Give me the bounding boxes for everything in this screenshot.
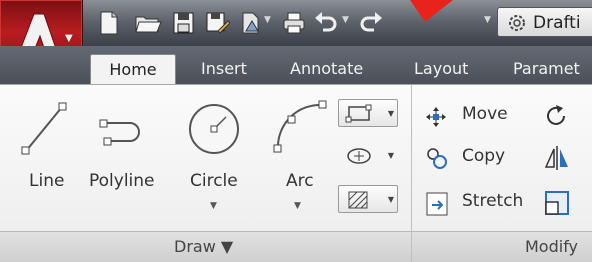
- polyline-tool-button[interactable]: Polyline: [84, 93, 170, 203]
- hatch-icon: [348, 191, 368, 209]
- tab-insert[interactable]: Insert: [201, 54, 247, 84]
- circle-icon: [189, 104, 239, 154]
- draw-panel-title-label: Draw ▼: [174, 237, 234, 256]
- tab-annotate[interactable]: Annotate: [290, 54, 363, 84]
- move-tool-label: Move: [462, 104, 508, 124]
- print-icon[interactable]: [281, 9, 307, 37]
- line-tool-label: Line: [29, 171, 65, 191]
- undo-icon[interactable]: [313, 9, 339, 37]
- redo-dropdown-icon[interactable]: ▼: [484, 15, 491, 25]
- hatch-ellipse-tool-button[interactable]: ▼: [338, 141, 398, 169]
- plot-dropdown-icon[interactable]: ▼: [264, 15, 271, 25]
- workspace-label: Drafti: [533, 13, 581, 33]
- arc-dropdown-icon[interactable]: ▼: [294, 201, 301, 211]
- ribbon-panel-area: Line Polyline Circle ▼ Arc ▼ ▼ ▼ ▼ Draw …: [0, 84, 592, 262]
- modify-panel-title-label: Modify: [525, 237, 579, 256]
- tab-parametric[interactable]: Paramet: [513, 54, 580, 84]
- hatch-dropdown-icon[interactable]: ▼: [388, 195, 394, 204]
- workspace-switcher[interactable]: Drafti: [497, 7, 592, 37]
- app-menu-caret-icon: ▼: [65, 33, 73, 44]
- ellipse-icon: [347, 148, 371, 164]
- copy-icon: [427, 148, 447, 169]
- rectangle-dropdown-icon[interactable]: ▼: [388, 109, 394, 118]
- scale-icon: [545, 191, 569, 215]
- copy-tool-button[interactable]: Copy: [422, 143, 532, 173]
- open-folder-icon[interactable]: [134, 9, 162, 37]
- ribbon-tab-bar: Home Insert Annotate Layout Paramet: [0, 46, 592, 84]
- plot-icon[interactable]: [238, 9, 264, 37]
- rotate-icon: [547, 105, 565, 125]
- circle-dropdown-icon[interactable]: ▼: [210, 201, 217, 211]
- gear-icon: [509, 15, 525, 31]
- line-tool-button[interactable]: Line: [12, 93, 76, 203]
- arc-tool-button[interactable]: Arc ▼: [264, 93, 332, 213]
- polyline-icon: [99, 119, 140, 146]
- polyline-tool-label: Polyline: [89, 171, 155, 191]
- draw-panel-title[interactable]: Draw ▼: [0, 231, 411, 262]
- stretch-tool-button[interactable]: Stretch: [422, 187, 532, 219]
- quick-access-toolbar: ▼ ▼ ▼ Drafti: [0, 0, 592, 46]
- stretch-icon: [426, 192, 448, 216]
- modify-panel-title[interactable]: Modify: [412, 231, 592, 262]
- ellipse-dropdown-icon[interactable]: ▼: [388, 151, 394, 160]
- rectangle-icon: [345, 104, 372, 123]
- new-file-icon[interactable]: [96, 9, 122, 37]
- scale-tool-button[interactable]: [542, 187, 572, 219]
- undo-dropdown-icon[interactable]: ▼: [342, 15, 349, 25]
- hatch-tool-button[interactable]: ▼: [338, 185, 398, 213]
- stretch-tool-label: Stretch: [462, 191, 524, 211]
- line-icon: [21, 102, 67, 155]
- red-annotation-arrow: [410, 0, 453, 22]
- save-as-icon[interactable]: [204, 9, 231, 37]
- move-icon: [426, 107, 446, 127]
- circle-tool-label: Circle: [190, 171, 238, 191]
- mirror-icon: [544, 146, 568, 170]
- copy-tool-label: Copy: [462, 146, 506, 166]
- tab-layout[interactable]: Layout: [414, 54, 468, 84]
- arc-tool-label: Arc: [286, 171, 314, 191]
- move-tool-button[interactable]: Move: [422, 101, 532, 131]
- save-icon[interactable]: [170, 9, 196, 37]
- tab-home[interactable]: Home: [90, 54, 176, 84]
- arc-icon: [273, 100, 327, 153]
- rotate-tool-button[interactable]: [542, 101, 572, 131]
- rectangle-tool-button[interactable]: ▼: [338, 99, 398, 127]
- mirror-tool-button[interactable]: [542, 143, 572, 173]
- circle-tool-button[interactable]: Circle ▼: [180, 93, 250, 213]
- redo-icon[interactable]: [358, 9, 384, 37]
